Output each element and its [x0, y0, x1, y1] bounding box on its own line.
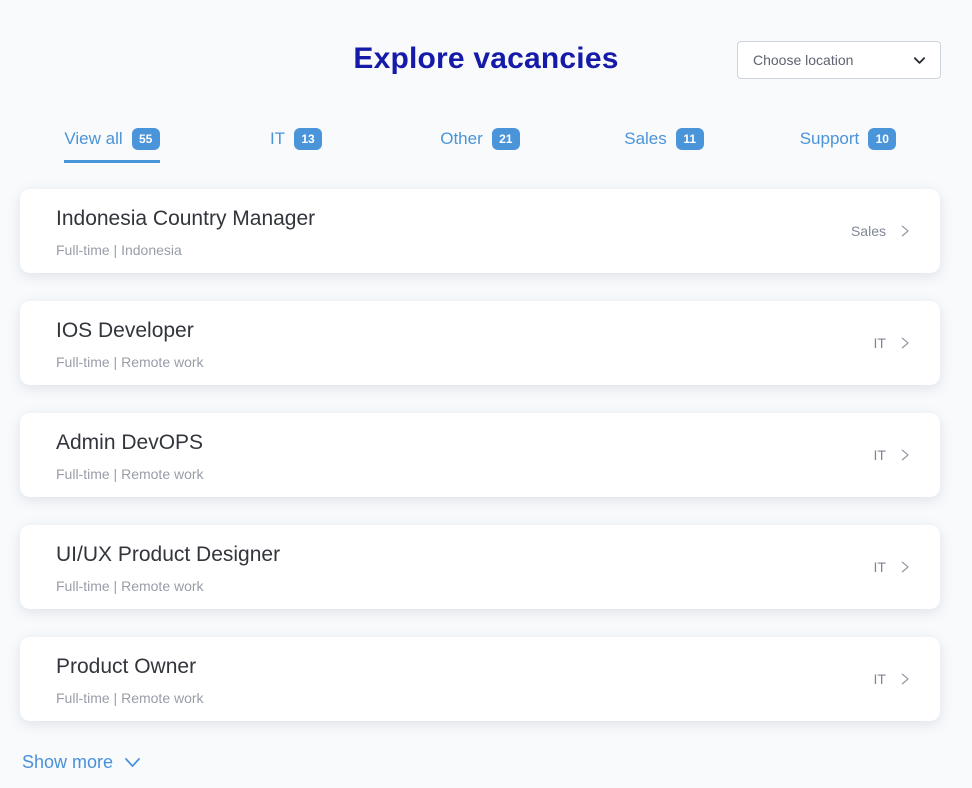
job-meta: Full-time | Indonesia: [56, 242, 315, 258]
tab-support[interactable]: Support 10: [756, 128, 940, 163]
tab-count-badge: 55: [132, 128, 160, 150]
job-category: IT: [874, 671, 886, 687]
vacancy-list: Indonesia Country Manager Full-time | In…: [20, 189, 940, 721]
job-category: IT: [874, 559, 886, 575]
vacancy-card[interactable]: IOS Developer Full-time | Remote work IT: [20, 301, 940, 385]
tab-count-badge: 13: [294, 128, 322, 150]
vacancies-page: Explore vacancies Choose location View a…: [0, 0, 972, 788]
chevron-right-icon: [898, 336, 912, 350]
tab-label: Other: [440, 129, 483, 149]
vacancy-card[interactable]: Product Owner Full-time | Remote work IT: [20, 637, 940, 721]
chevron-right-icon: [898, 560, 912, 574]
job-title: UI/UX Product Designer: [56, 543, 280, 567]
header: Explore vacancies Choose location: [0, 0, 972, 78]
job-category: IT: [874, 447, 886, 463]
show-more-label: Show more: [22, 752, 113, 773]
job-title: IOS Developer: [56, 319, 204, 343]
job-category: Sales: [851, 223, 886, 239]
job-title: Indonesia Country Manager: [56, 207, 315, 231]
chevron-down-icon: [912, 53, 927, 68]
chevron-down-icon: [123, 753, 142, 772]
tab-it[interactable]: IT 13: [204, 128, 388, 163]
tab-view-all[interactable]: View all 55: [20, 128, 204, 163]
job-meta: Full-time | Remote work: [56, 690, 204, 706]
chevron-right-icon: [898, 224, 912, 238]
vacancy-card[interactable]: Indonesia Country Manager Full-time | In…: [20, 189, 940, 273]
tab-sales[interactable]: Sales 11: [572, 128, 756, 163]
tab-count-badge: 10: [868, 128, 896, 150]
tab-label: IT: [270, 129, 285, 149]
tab-label: Sales: [624, 129, 667, 149]
tab-other[interactable]: Other 21: [388, 128, 572, 163]
show-more-button[interactable]: Show more: [22, 752, 142, 773]
job-meta: Full-time | Remote work: [56, 354, 204, 370]
job-title: Admin DevOPS: [56, 431, 204, 455]
job-meta: Full-time | Remote work: [56, 578, 280, 594]
tab-label: Support: [800, 129, 860, 149]
location-dropdown[interactable]: Choose location: [737, 41, 941, 79]
tab-count-badge: 21: [492, 128, 520, 150]
tab-count-badge: 11: [676, 128, 704, 150]
job-category: IT: [874, 335, 886, 351]
vacancy-card[interactable]: Admin DevOPS Full-time | Remote work IT: [20, 413, 940, 497]
category-tabs: View all 55 IT 13 Other 21 Sales 11 Supp: [20, 128, 940, 163]
job-meta: Full-time | Remote work: [56, 466, 204, 482]
location-dropdown-value: Choose location: [753, 52, 853, 68]
chevron-right-icon: [898, 672, 912, 686]
tab-label: View all: [64, 129, 122, 149]
vacancy-card[interactable]: UI/UX Product Designer Full-time | Remot…: [20, 525, 940, 609]
chevron-right-icon: [898, 448, 912, 462]
job-title: Product Owner: [56, 655, 204, 679]
